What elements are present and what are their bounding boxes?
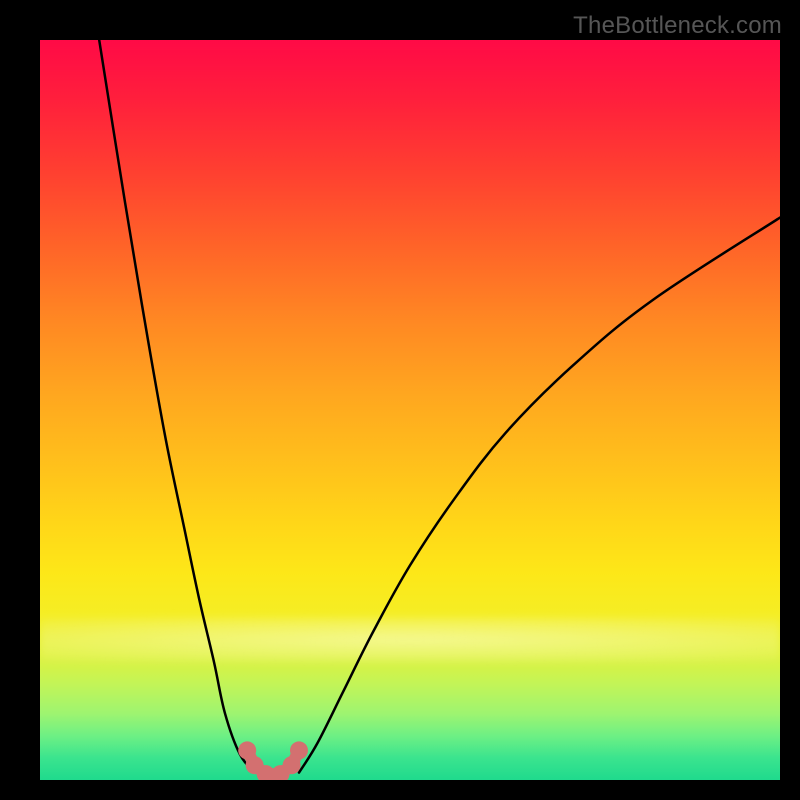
plot-area: [40, 40, 780, 780]
watermark-text: TheBottleneck.com: [573, 12, 782, 40]
chart-frame: TheBottleneck.com: [0, 0, 800, 800]
marker-dots: [238, 741, 308, 780]
min-markers: [40, 40, 780, 780]
marker-dot: [290, 741, 308, 759]
